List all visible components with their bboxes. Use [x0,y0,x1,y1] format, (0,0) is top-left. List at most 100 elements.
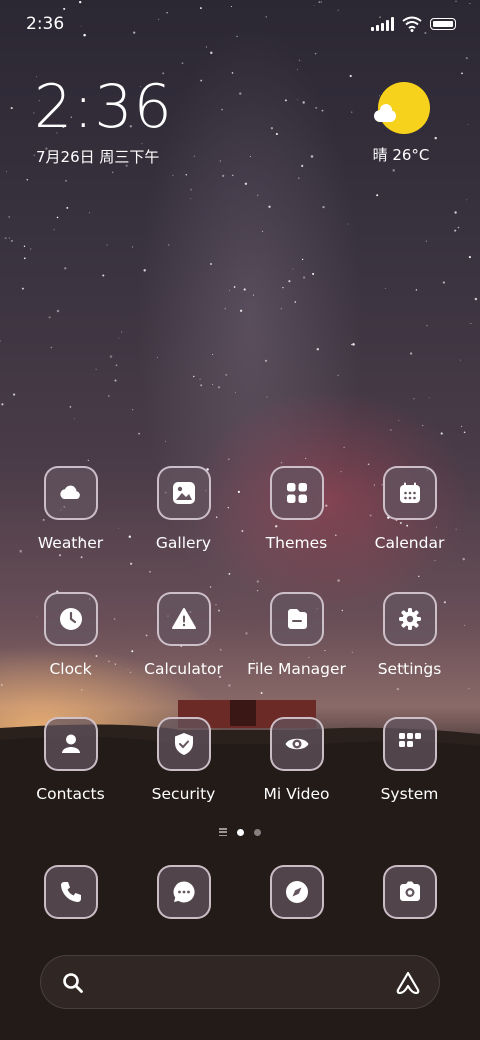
star [172,174,174,177]
star [1,403,4,406]
star [428,397,430,399]
star [140,698,142,700]
star [225,373,228,376]
app-label: Calculator [144,660,223,678]
star [468,256,471,259]
star [249,156,251,157]
star [384,288,386,289]
star [376,194,379,197]
star [219,160,221,162]
page-indicator[interactable] [0,828,480,836]
dock-browser[interactable] [240,865,353,919]
star [185,174,187,176]
star [5,171,8,173]
clock-widget-date[interactable]: 7月26日 周三下午 [36,146,159,167]
star [102,274,105,277]
star [280,461,283,464]
minus-one-screen-icon[interactable] [219,828,227,836]
star [294,301,297,303]
star [425,240,428,242]
star [256,194,259,197]
app-system-folder[interactable]: System [353,717,466,803]
star [301,164,304,167]
star [209,586,212,588]
status-time: 2:36 [26,14,65,34]
star [465,56,468,60]
star [454,229,457,232]
clock-widget-time[interactable]: 2:36 [34,72,173,142]
app-security[interactable]: Security [127,717,240,803]
star [398,420,400,421]
themes-icon [269,466,324,520]
app-label: Settings [377,660,442,678]
star [457,226,460,229]
dock-messages[interactable] [127,865,240,919]
file-manager-icon [269,592,324,646]
star [302,276,306,279]
app-calculator[interactable]: Calculator [127,592,240,678]
star [426,324,428,327]
settings-icon [382,592,437,646]
star [212,354,214,355]
star [56,216,59,219]
app-weather[interactable]: Weather [14,466,127,552]
star [302,101,305,104]
star [233,286,236,288]
search-icon[interactable] [61,971,85,995]
star [227,458,230,461]
star [352,343,355,346]
star [298,59,301,62]
star [95,368,97,371]
star [217,386,221,389]
app-themes[interactable]: Themes [240,466,353,552]
star [30,248,32,250]
dock-phone[interactable] [14,865,127,919]
page-dot-1[interactable] [237,828,244,836]
weather-widget[interactable]: 晴 26°C [356,82,446,165]
app-gallery[interactable]: Gallery [127,466,240,552]
star [64,179,68,182]
star [280,308,282,310]
star [243,288,246,291]
search-bar[interactable] [40,955,440,1009]
app-label: Mi Video [263,785,330,803]
star [23,257,26,260]
signal-icon [371,17,394,31]
star [118,337,120,339]
app-calendar[interactable]: Calendar [353,466,466,552]
star [296,69,298,71]
status-bar: 2:36 [0,0,480,50]
star [442,281,446,284]
star [312,272,315,276]
star [260,692,263,694]
contacts-icon [43,717,98,771]
star [229,289,230,291]
dock-camera[interactable] [353,865,466,919]
app-settings[interactable]: Settings [353,592,466,678]
sun-cloud-icon [374,82,430,134]
star [252,294,255,296]
star [454,211,457,214]
star [23,245,26,248]
star [463,431,466,434]
star [418,575,420,578]
messages-icon [156,865,211,919]
assistant-icon[interactable] [395,970,421,996]
app-file-manager[interactable]: File Manager [240,592,353,678]
app-contacts[interactable]: Contacts [14,717,127,803]
star [88,212,90,214]
star [26,178,29,181]
star [282,286,284,289]
app-clock[interactable]: Clock [14,592,127,678]
star [275,132,278,136]
star [466,199,468,201]
page-dot-2[interactable] [254,828,261,836]
star [10,239,13,242]
app-label: System [380,785,439,803]
star [181,62,184,65]
star [298,177,300,179]
app-mi-video[interactable]: Mi Video [240,717,353,803]
wifi-icon [402,16,422,32]
star [13,393,16,396]
star [301,258,304,261]
